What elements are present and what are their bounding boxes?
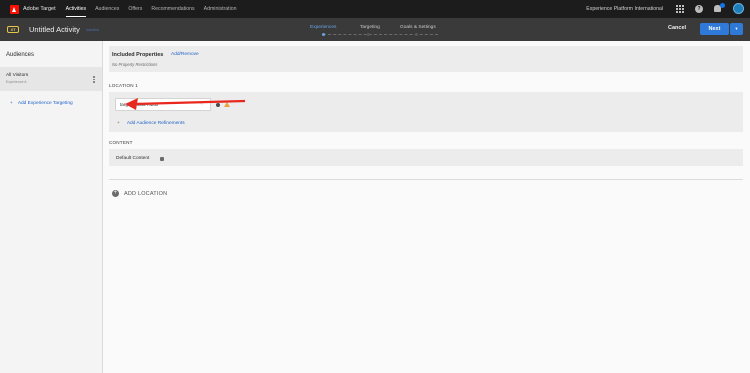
- cancel-button[interactable]: Cancel: [668, 25, 686, 31]
- annotation-arrow-icon: [125, 98, 246, 110]
- activity-header: XT Untitled Activity Inactive Experience…: [0, 18, 750, 41]
- add-targeting-label: Add Experience Targeting: [17, 101, 73, 106]
- refine-label: Add Audience Refinements: [126, 121, 185, 126]
- sidebar-title: Audiences: [6, 52, 35, 58]
- next-button[interactable]: Next: [700, 23, 729, 35]
- nav-links: Activities Audiences Offers Recommendati…: [65, 0, 246, 18]
- add-remove-link[interactable]: Add/Remove: [171, 52, 199, 57]
- location-label: LOCATION 1: [109, 83, 138, 88]
- add-location-button[interactable]: + ADD LOCATION: [112, 190, 167, 197]
- add-audience-refinements-link[interactable]: + Add Audience Refinements: [117, 121, 185, 126]
- activity-name[interactable]: Untitled Activity: [29, 25, 80, 34]
- next-dropdown-button[interactable]: ▾: [730, 23, 743, 35]
- apps-grid-icon[interactable]: [676, 4, 684, 13]
- workflow-steps: Experiences Targeting Goals & Settings: [300, 18, 450, 41]
- nav-administration[interactable]: Administration: [204, 0, 237, 18]
- add-circle-icon: +: [112, 190, 119, 197]
- content-card: Default Content: [109, 149, 743, 166]
- more-options-icon[interactable]: [93, 76, 95, 84]
- audience-experience: Experience A: [6, 80, 27, 84]
- add-experience-targeting-link[interactable]: + Add Experience Targeting: [10, 101, 73, 106]
- content-options-icon[interactable]: [160, 157, 164, 161]
- included-properties-title: Included Properties: [112, 52, 164, 58]
- top-icons: ?: [676, 2, 744, 14]
- step-track: [323, 34, 438, 35]
- add-location-label: ADD LOCATION: [124, 190, 168, 197]
- audience-item-all-visitors[interactable]: All Visitors Experience A: [0, 67, 102, 91]
- notifications-icon[interactable]: [714, 2, 725, 13]
- audiences-sidebar: Audiences All Visitors Experience A + Add…: [0, 41, 103, 373]
- nav-recommendations[interactable]: Recommendations: [151, 0, 194, 18]
- included-properties-card: Included Properties Add/Remove No Proper…: [109, 46, 743, 72]
- top-nav: Adobe Target Activities Audiences Offers…: [0, 0, 750, 18]
- help-icon[interactable]: ?: [695, 4, 703, 13]
- nav-audiences[interactable]: Audiences: [95, 0, 119, 18]
- step-dot-experiences: [322, 33, 325, 36]
- step-targeting[interactable]: Targeting: [360, 25, 380, 30]
- org-switcher[interactable]: Experience Platform International: [586, 0, 663, 18]
- activity-type-badge: XT: [7, 26, 19, 33]
- avatar[interactable]: [733, 3, 744, 14]
- plus-icon: +: [10, 101, 13, 106]
- default-content-label[interactable]: Default Content: [116, 156, 149, 161]
- audience-name: All Visitors: [6, 73, 29, 78]
- app-name[interactable]: Adobe Target: [23, 6, 56, 12]
- property-restrictions-text: No Property Restrictions: [112, 62, 158, 67]
- adobe-logo-icon[interactable]: [10, 4, 19, 14]
- nav-offers[interactable]: Offers: [128, 0, 142, 18]
- plus-icon: +: [117, 121, 120, 126]
- content-label: CONTENT: [109, 140, 133, 145]
- notification-badge: [720, 2, 725, 8]
- step-dot-goals: [415, 33, 418, 36]
- divider: [109, 179, 743, 180]
- nav-activities[interactable]: Activities: [65, 0, 87, 18]
- step-experiences[interactable]: Experiences: [310, 25, 336, 30]
- activity-status: Inactive: [86, 28, 100, 32]
- step-dot-targeting: [367, 33, 370, 36]
- step-goals-settings[interactable]: Goals & Settings: [400, 25, 436, 30]
